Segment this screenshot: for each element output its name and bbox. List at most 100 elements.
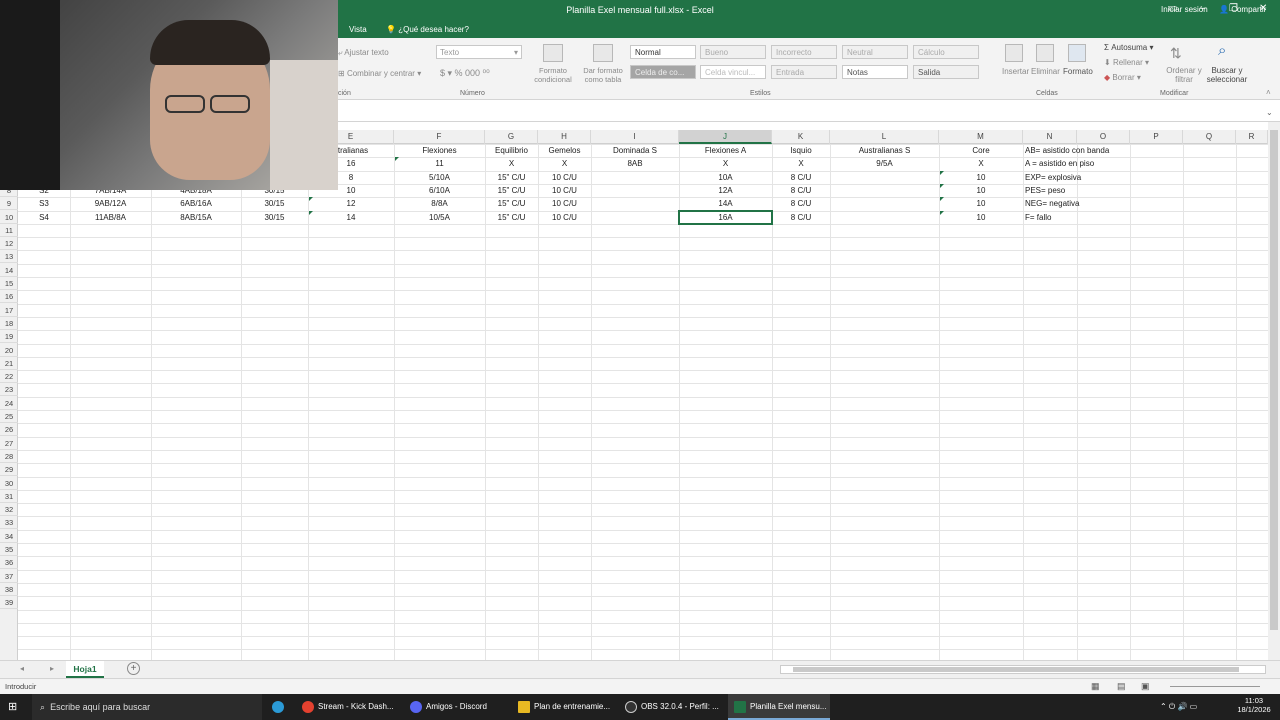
- row-header-36[interactable]: 36: [0, 556, 18, 570]
- number-format-icons[interactable]: $ ▾ % 000 ⁰⁰: [440, 68, 490, 79]
- cell-m-2[interactable]: 10: [939, 171, 1023, 184]
- cell-e-4[interactable]: 12: [308, 197, 394, 210]
- cell-l-1[interactable]: 9/5A: [830, 157, 939, 170]
- style-notas[interactable]: Notas: [842, 65, 908, 79]
- cell-i-0[interactable]: Dominada S: [591, 144, 679, 157]
- taskbar-app-discord[interactable]: Amigos - Discord: [410, 694, 487, 720]
- format-table-icon[interactable]: [593, 44, 613, 62]
- column-header-i[interactable]: I: [591, 130, 679, 144]
- cell-f-3[interactable]: 6/10A: [394, 184, 485, 197]
- add-sheet-icon[interactable]: +: [127, 662, 140, 675]
- taskbar-app-obs[interactable]: OBS 32.0.4 - Perfil: ...: [625, 694, 719, 720]
- column-header-o[interactable]: O: [1077, 130, 1130, 144]
- style-calculo[interactable]: Cálculo: [913, 45, 979, 59]
- collapse-ribbon-icon[interactable]: ˄: [1266, 88, 1271, 97]
- cell-a-4[interactable]: S3: [18, 197, 70, 210]
- cell-m-4[interactable]: 10: [939, 197, 1023, 210]
- column-header-m[interactable]: M: [939, 130, 1023, 144]
- restore-icon[interactable]: ❐: [1229, 3, 1238, 14]
- row-header-14[interactable]: 14: [0, 264, 18, 277]
- cell-g-5[interactable]: 15" C/U: [485, 211, 538, 224]
- cell-b-5[interactable]: 11AB/8A: [70, 211, 151, 224]
- row-header-28[interactable]: 28: [0, 450, 18, 463]
- column-header-n[interactable]: N: [1023, 130, 1077, 144]
- cell-n-0[interactable]: AB= asistido con banda: [1023, 144, 1109, 157]
- cell-i-1[interactable]: 8AB: [591, 157, 679, 170]
- vertical-scrollbar[interactable]: [1268, 122, 1280, 662]
- row-header-39[interactable]: 39: [0, 596, 18, 610]
- row-header-29[interactable]: 29: [0, 463, 18, 477]
- cell-h-4[interactable]: 10 C/U: [538, 197, 591, 210]
- prev-sheet-icon[interactable]: ◂: [20, 664, 24, 673]
- row-header-21[interactable]: 21: [0, 357, 18, 370]
- cell-g-1[interactable]: X: [485, 157, 538, 170]
- merge-center-button[interactable]: ⊞ Combinar y centrar ▾: [338, 69, 421, 78]
- row-header-9[interactable]: 9: [0, 197, 18, 211]
- cell-g-4[interactable]: 15" C/U: [485, 197, 538, 210]
- cell-k-2[interactable]: 8 C/U: [772, 171, 830, 184]
- sheet-tab-hoja1[interactable]: Hoja1: [66, 661, 104, 678]
- next-sheet-icon[interactable]: ▸: [50, 664, 54, 673]
- row-header-34[interactable]: 34: [0, 530, 18, 543]
- cell-n-5[interactable]: F= fallo: [1023, 211, 1077, 224]
- cell-b-4[interactable]: 9AB/12A: [70, 197, 151, 210]
- cell-f-0[interactable]: Flexiones: [394, 144, 485, 157]
- cell-g-0[interactable]: Equilibrio: [485, 144, 538, 157]
- cell-m-5[interactable]: 10: [939, 211, 1023, 224]
- clock[interactable]: 11:03 18/1/2026: [1236, 696, 1272, 714]
- row-header-20[interactable]: 20: [0, 344, 18, 357]
- style-celda-comprobacion[interactable]: Celda de co...: [630, 65, 696, 79]
- row-header-37[interactable]: 37: [0, 570, 18, 583]
- cell-c-4[interactable]: 6AB/16A: [151, 197, 241, 210]
- row-header-32[interactable]: 32: [0, 503, 18, 517]
- sort-filter-icon[interactable]: ⇅: [1170, 45, 1182, 62]
- delete-icon[interactable]: [1036, 44, 1054, 62]
- cell-k-3[interactable]: 8 C/U: [772, 184, 830, 197]
- style-incorrecto[interactable]: Incorrecto: [771, 45, 837, 59]
- row-header-17[interactable]: 17: [0, 304, 18, 317]
- cell-k-4[interactable]: 8 C/U: [772, 197, 830, 210]
- cell-h-5[interactable]: 10 C/U: [538, 211, 591, 224]
- style-entrada[interactable]: Entrada: [771, 65, 837, 79]
- conditional-format-icon[interactable]: [543, 44, 563, 62]
- column-header-l[interactable]: L: [830, 130, 939, 144]
- cell-f-2[interactable]: 5/10A: [394, 171, 485, 184]
- minimize-icon[interactable]: –: [1200, 3, 1206, 14]
- fill-button[interactable]: ⬇ Rellenar ▾: [1104, 58, 1149, 67]
- horizontal-scrollbar[interactable]: [780, 665, 1266, 674]
- page-layout-icon[interactable]: ▤: [1117, 681, 1126, 692]
- ribbon-display-icon[interactable]: ▭: [1168, 3, 1177, 14]
- zoom-slider[interactable]: [1170, 686, 1260, 687]
- row-header-10[interactable]: 10: [0, 211, 18, 224]
- row-header-13[interactable]: 13: [0, 250, 18, 264]
- cell-n-3[interactable]: PES= peso: [1023, 184, 1077, 197]
- format-button[interactable]: Formato: [1063, 67, 1093, 76]
- cell-j-0[interactable]: Flexiones A: [679, 144, 772, 157]
- column-header-k[interactable]: K: [772, 130, 830, 144]
- cell-g-2[interactable]: 15" C/U: [485, 171, 538, 184]
- taskbar-app-folder[interactable]: Plan de entrenamie...: [518, 694, 610, 720]
- row-header-15[interactable]: 15: [0, 277, 18, 290]
- column-header-f[interactable]: F: [394, 130, 485, 144]
- format-icon[interactable]: [1068, 44, 1086, 62]
- cell-m-3[interactable]: 10: [939, 184, 1023, 197]
- wrap-text-button[interactable]: ⤶ Ajustar texto: [338, 48, 389, 58]
- row-header-33[interactable]: 33: [0, 516, 18, 530]
- tell-me-box[interactable]: 💡 ¿Qué desea hacer?: [386, 25, 469, 34]
- close-icon[interactable]: ✕: [1259, 3, 1267, 14]
- sort-filter-button[interactable]: Ordenar y filtrar: [1164, 66, 1204, 84]
- cell-f-4[interactable]: 8/8A: [394, 197, 485, 210]
- row-header-22[interactable]: 22: [0, 370, 18, 384]
- cell-c-5[interactable]: 8AB/15A: [151, 211, 241, 224]
- row-header-12[interactable]: 12: [0, 237, 18, 251]
- style-bueno[interactable]: Bueno: [700, 45, 766, 59]
- cell-j-1[interactable]: X: [679, 157, 772, 170]
- cell-k-0[interactable]: Isquio: [772, 144, 830, 157]
- row-header-25[interactable]: 25: [0, 410, 18, 423]
- cell-g-3[interactable]: 15" C/U: [485, 184, 538, 197]
- selected-cell-j[interactable]: [678, 209, 773, 225]
- cell-h-1[interactable]: X: [538, 157, 591, 170]
- format-table-button[interactable]: Dar formato como tabla: [579, 66, 627, 84]
- style-normal[interactable]: Normal: [630, 45, 696, 59]
- number-format-select[interactable]: Texto ▾: [436, 45, 522, 59]
